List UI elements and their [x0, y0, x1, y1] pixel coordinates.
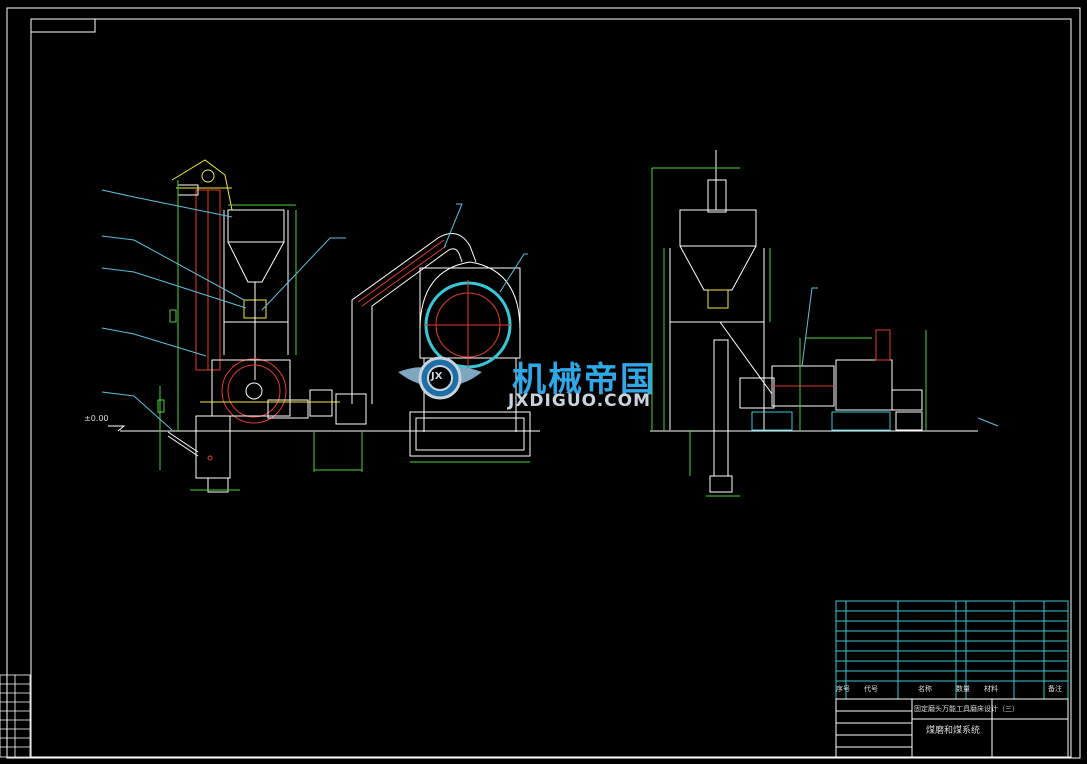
side-table [0, 674, 31, 758]
middle-equipment-group [335, 203, 531, 463]
tb-drawing-title: 煤磨和煤系统 [926, 726, 981, 736]
left-equipment-group [101, 159, 540, 493]
right-equipment-group [650, 150, 999, 497]
tb-col-seq: 序号 [836, 685, 850, 693]
watermark-english: JXDIGUO.COM [508, 391, 652, 411]
tb-project-title: 固定磨头万能工具磨床设计（三） [914, 705, 1019, 713]
tb-col-material: 材料 [984, 685, 998, 693]
datum-label: ±0.00 [84, 414, 109, 423]
tb-col-code: 代号 [864, 685, 878, 693]
tb-col-remark: 备注 [1048, 685, 1062, 693]
tb-col-qty: 数量 [956, 685, 970, 693]
tb-col-name: 名称 [918, 685, 932, 693]
watermark-badge-text: JX [431, 371, 443, 382]
